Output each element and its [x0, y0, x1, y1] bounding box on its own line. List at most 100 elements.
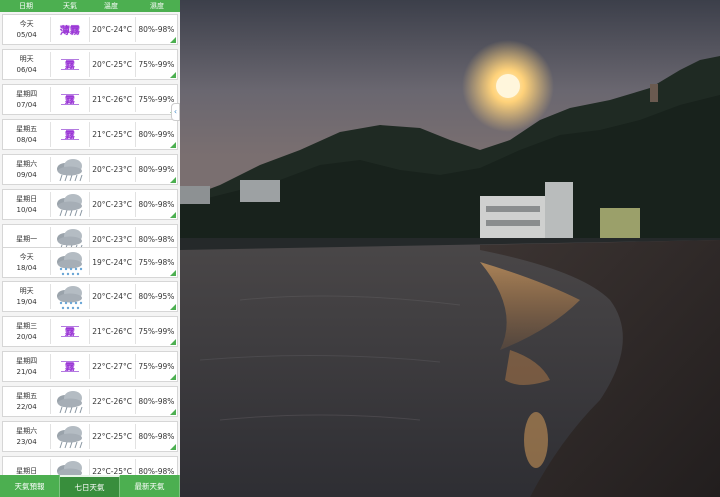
row-day: 明天 06/04: [3, 54, 50, 76]
fog-icon: 霧: [60, 92, 79, 107]
table-header: 日期 天氣 溫度 濕度: [0, 0, 180, 12]
row-weather: 薄霧: [51, 16, 88, 44]
row-date: 09/04: [16, 170, 37, 179]
row-humidity: 75%-99%: [138, 362, 175, 371]
table-row[interactable]: 今天 05/04 薄霧 20°C-24°C 80%-98%: [2, 14, 178, 45]
expand-corner-icon: [170, 270, 176, 276]
heavy-rain-cloud-icon: [53, 283, 87, 311]
table-row[interactable]: 今天 18/04 19°C-24°C 75%-98%: [2, 247, 178, 278]
row-weather: 霧: [51, 318, 88, 346]
row-humidity: 75%-99%: [138, 327, 175, 336]
header-humidity: 濕度: [150, 2, 164, 10]
table-row[interactable]: 星期四 07/04 霧 21°C-26°C 75%-99%: [2, 84, 178, 115]
row-day: 明天 19/04: [3, 286, 50, 308]
row-day: 今天 05/04: [3, 19, 50, 41]
rain-cloud-icon: [53, 423, 87, 451]
row-temp: 20°C-23°C: [92, 165, 133, 174]
row-weather: [51, 249, 88, 277]
row-weather: 霧: [51, 121, 88, 149]
table-row[interactable]: 明天 19/04 20°C-24°C 80%-95%: [2, 281, 178, 312]
row-weather: 霧: [51, 353, 88, 381]
row-day-label: 星期六: [16, 159, 38, 168]
header-date: 日期: [19, 2, 33, 10]
row-day-label: 今天: [19, 19, 34, 28]
row-day: 星期一: [3, 234, 50, 245]
row-humidity: 80%-99%: [138, 165, 175, 174]
collapse-handle[interactable]: ‹: [171, 103, 180, 121]
row-humidity: 80%-98%: [138, 25, 175, 34]
fog-icon: 霧: [60, 57, 79, 72]
row-humidity: 75%-99%: [138, 95, 175, 104]
row-date: 10/04: [16, 205, 37, 214]
row-date: 18/04: [16, 263, 37, 272]
tab-latest-weather[interactable]: 最新天氣: [120, 475, 180, 497]
row-weather: [51, 191, 88, 219]
beach-sunset-photo: [180, 0, 720, 497]
expand-corner-icon: [170, 142, 176, 148]
row-day: 星期五 22/04: [3, 391, 50, 413]
row-temp: 22°C-27°C: [92, 362, 133, 371]
table-row[interactable]: 星期三 20/04 霧 21°C-26°C 75%-99%: [2, 316, 178, 347]
expand-corner-icon: [170, 409, 176, 415]
table-row[interactable]: 星期四 21/04 霧 22°C-27°C 75%-99%: [2, 351, 178, 382]
row-temp: 19°C-24°C: [92, 258, 133, 267]
row-date: 06/04: [16, 65, 37, 74]
row-temp: 20°C-23°C: [92, 235, 133, 244]
row-humidity: 80%-98%: [138, 235, 175, 244]
table-row[interactable]: 明天 06/04 霧 20°C-25°C 75%-99%: [2, 49, 178, 80]
table-row[interactable]: 星期六 09/04 20°C-23°C 80%-99%: [2, 154, 178, 185]
expand-corner-icon: [170, 304, 176, 310]
table-row[interactable]: 星期五 22/04 22°C-26°C 80%-98%: [2, 386, 178, 417]
row-day-label: 星期四: [16, 356, 38, 365]
expand-corner-icon: [170, 72, 176, 78]
fog-icon: 霧: [60, 359, 79, 374]
row-temp: 21°C-25°C: [92, 130, 133, 139]
row-temp: 20°C-25°C: [92, 60, 133, 69]
row-day-label: 今天: [19, 252, 34, 261]
row-day: 今天 18/04: [3, 252, 50, 274]
table-row[interactable]: 星期五 08/04 霧 21°C-25°C 80%-99%: [2, 119, 178, 150]
row-temp: 22°C-25°C: [92, 432, 133, 441]
rain-cloud-icon: [53, 191, 87, 219]
row-temp: 20°C-24°C: [92, 25, 133, 34]
row-temp: 22°C-26°C: [92, 397, 133, 406]
row-day-label: 星期五: [16, 124, 38, 133]
row-day: 星期五 08/04: [3, 124, 50, 146]
table-row[interactable]: 星期日 10/04 20°C-23°C 80%-98%: [2, 189, 178, 220]
row-day-label: 星期三: [16, 321, 38, 330]
row-date: 21/04: [16, 367, 37, 376]
row-day: 星期日 10/04: [3, 194, 50, 216]
row-day-label: 明天: [19, 54, 34, 63]
row-humidity: 80%-98%: [138, 397, 175, 406]
row-day: 星期四 07/04: [3, 89, 50, 111]
expand-corner-icon: [170, 37, 176, 43]
row-date: 05/04: [16, 30, 37, 39]
row-day-label: 星期四: [16, 89, 38, 98]
row-date: 23/04: [16, 437, 37, 446]
row-humidity: 75%-99%: [138, 60, 175, 69]
forecast-panel: 日期 天氣 溫度 濕度 今天 05/04 薄霧 20°C-24°C 80%-98% 明天 0…: [0, 0, 180, 497]
row-date: 08/04: [16, 135, 37, 144]
header-temp: 溫度: [104, 2, 118, 10]
fog-icon: 霧: [60, 324, 79, 339]
tab-forecast[interactable]: 天氣預報: [0, 475, 60, 497]
tab-seven-day[interactable]: 七日天氣: [60, 475, 120, 497]
row-date: 07/04: [16, 100, 37, 109]
expand-corner-icon: [170, 212, 176, 218]
expand-corner-icon: [170, 339, 176, 345]
row-weather: [51, 156, 88, 184]
row-temp: 20°C-23°C: [92, 200, 133, 209]
row-humidity: 80%-98%: [138, 432, 175, 441]
row-weather: 霧: [51, 86, 88, 114]
row-date: 22/04: [16, 402, 37, 411]
row-day: 星期三 20/04: [3, 321, 50, 343]
table-row[interactable]: 星期六 23/04 22°C-25°C 80%-98%: [2, 421, 178, 452]
bottom-tab-bar: 天氣預報 七日天氣 最新天氣: [0, 475, 180, 497]
row-date: 20/04: [16, 332, 37, 341]
mist-icon: 薄霧: [59, 26, 80, 37]
row-day: 星期四 21/04: [3, 356, 50, 378]
rain-cloud-icon: [53, 156, 87, 184]
expand-corner-icon: [170, 444, 176, 450]
header-weather: 天氣: [63, 2, 77, 10]
heavy-rain-cloud-icon: [53, 249, 87, 277]
